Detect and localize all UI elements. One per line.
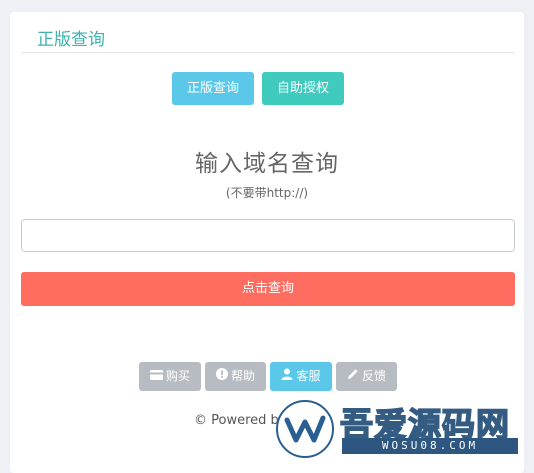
help-button[interactable]: 帮助 [205, 362, 266, 391]
customer-service-label: 客服 [296, 369, 321, 383]
query-heading: 输入域名查询 [195, 151, 339, 177]
tab-genuine-query[interactable]: 正版查询 [172, 72, 254, 105]
exclamation-circle-icon [215, 362, 228, 391]
query-hint: (不要带http://) [225, 186, 309, 200]
feedback-button[interactable]: 反馈 [336, 362, 397, 391]
credit-card-icon [149, 362, 163, 391]
customer-service-button[interactable]: 客服 [270, 362, 332, 391]
user-icon [281, 362, 293, 391]
submit-query-button[interactable]: 点击查询 [21, 272, 515, 306]
page-title: 正版查询 [37, 30, 105, 50]
tab-self-authorize[interactable]: 自助授权 [262, 72, 344, 105]
watermark-logo: 吾爱源码网 WOSU08.COM [276, 400, 526, 462]
powered-by-text: © Powered by [194, 413, 287, 428]
panel-header: 正版查询 [21, 22, 515, 53]
buy-label: 购买 [165, 369, 190, 383]
watermark-w-icon [276, 400, 334, 458]
help-label: 帮助 [230, 369, 255, 383]
domain-input[interactable] [21, 219, 515, 252]
buy-button[interactable]: 购买 [139, 362, 201, 391]
watermark-url: WOSU08.COM [342, 438, 518, 454]
feedback-label: 反馈 [361, 369, 386, 383]
pencil-icon [347, 362, 359, 391]
